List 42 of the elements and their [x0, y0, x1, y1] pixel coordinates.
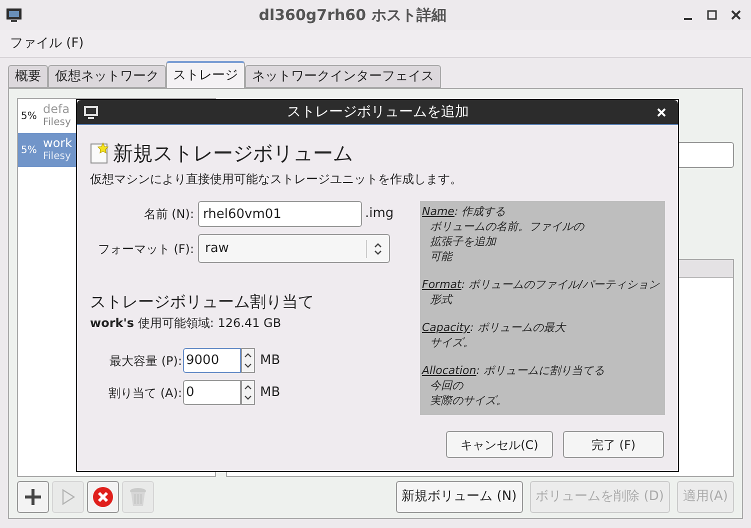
available-space: work's 使用可能領域: 126.41 GB	[90, 315, 282, 332]
help-text: Name: 作成する ボリュームの名前。ファイルの 拡張子を追加 可能	[422, 204, 586, 264]
help-text: Allocation: ボリュームに割り当てる 今回の 実際のサイズ。	[422, 363, 606, 408]
field-label: 名前 (N):	[142, 206, 195, 223]
tab[interactable]: ネットワークインターフェイス	[245, 65, 441, 88]
unit-label: MB	[260, 384, 280, 402]
format-dropdown[interactable]: raw	[198, 234, 390, 263]
dialog-subtitle: 仮想マシンにより直接使用可能なストレージユニットを作成します。	[90, 171, 463, 188]
toolbar-button[interactable]	[17, 480, 49, 512]
toolbar-button[interactable]	[87, 480, 119, 512]
app-icon	[83, 104, 99, 120]
help-text: Capacity: ボリュームの最大 サイズ。	[422, 320, 568, 350]
name-field[interactable]: rhel60vm01	[198, 201, 362, 227]
dialog-heading: 新規ストレージボリューム	[113, 140, 353, 167]
help-text: Format: ボリュームのファイル/パーティション 形式	[422, 277, 661, 307]
spin-field[interactable]: 0	[183, 380, 241, 405]
app-icon	[6, 7, 22, 23]
file-extension: .img	[365, 205, 394, 224]
unit-label: MB	[260, 352, 280, 370]
maximize-icon[interactable]	[707, 10, 717, 20]
dialog-title: ストレージボリュームを追加	[286, 102, 470, 122]
tab[interactable]: 概要	[8, 65, 48, 88]
menu-item[interactable]: ファイル (F)	[2, 34, 92, 54]
dialog-button[interactable]: キャンセル(C)	[446, 431, 553, 458]
stop-icon	[92, 486, 114, 508]
plus-icon	[23, 486, 43, 506]
tab[interactable]: 仮想ネットワーク	[48, 65, 166, 88]
field-label: 割り当て (A):	[108, 384, 183, 402]
window-title: dl360g7rh60 ホスト詳細	[258, 4, 448, 26]
field-label: 最大容量 (P):	[108, 352, 183, 370]
close-icon[interactable]	[731, 10, 741, 20]
new-document-icon	[90, 142, 110, 164]
spin-field[interactable]: 9000	[183, 348, 241, 373]
spinner-arrows-icon[interactable]	[241, 380, 255, 405]
action-button[interactable]: 新規ボリューム (N)	[396, 480, 523, 512]
spinner-arrows-icon[interactable]	[241, 348, 255, 373]
tab[interactable]: ストレージ	[166, 61, 245, 88]
dialog-button[interactable]: 完了 (F)	[563, 431, 664, 458]
section-heading: ストレージボリューム割り当て	[90, 291, 315, 313]
field-label: フォーマット (F):	[96, 240, 195, 258]
updown-icon	[373, 242, 383, 256]
trash-icon	[128, 486, 148, 508]
